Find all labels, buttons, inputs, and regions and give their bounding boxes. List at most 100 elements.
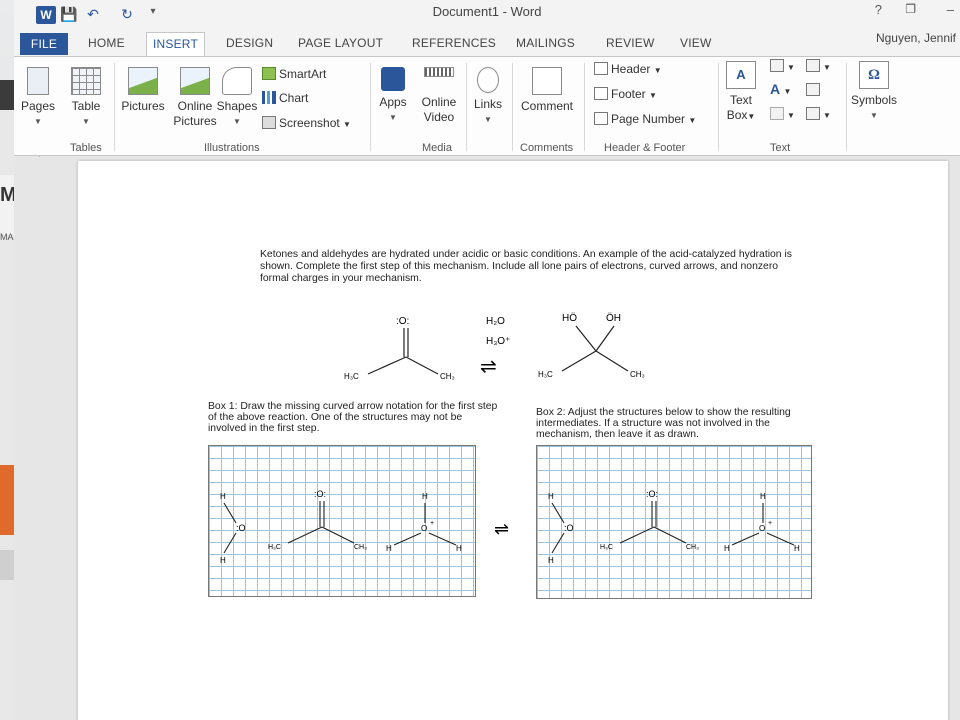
tab-insert[interactable]: INSERT: [146, 32, 205, 56]
online-pictures-button[interactable]: Online Pictures: [170, 67, 220, 129]
smartart-button[interactable]: SmartArt: [262, 65, 326, 83]
page-number-button[interactable]: Page Number ▼: [594, 110, 696, 128]
header-icon: [594, 62, 608, 75]
header-button[interactable]: Header ▼: [594, 60, 662, 78]
apps-button[interactable]: Apps ▼: [374, 67, 412, 125]
box1-bond-right: [321, 526, 355, 544]
screenshot-icon: [262, 116, 276, 129]
tab-home[interactable]: HOME: [82, 32, 131, 56]
table-button[interactable]: Table ▼: [66, 67, 106, 129]
pictures-button[interactable]: Pictures: [118, 67, 168, 114]
box1-methyl-left: H₃C: [268, 544, 281, 551]
box1-water[interactable]: H :O H: [220, 492, 246, 565]
box2-water-bond-bottom: [551, 532, 565, 554]
online-pictures-label-2: Pictures: [173, 114, 217, 128]
box2-bond-right: [653, 526, 687, 544]
chart-icon: [262, 91, 276, 104]
quick-parts-icon: [770, 59, 784, 72]
text-box-icon: A: [726, 61, 756, 89]
links-button[interactable]: Links ▼: [470, 67, 506, 127]
wordart-button[interactable]: A ▼: [770, 81, 791, 99]
chart-label: Chart: [279, 91, 309, 105]
text-box-button[interactable]: A Text Box▼: [722, 61, 760, 124]
tab-view[interactable]: VIEW: [674, 32, 717, 56]
chevron-down-icon: ▼: [787, 111, 795, 120]
shapes-button[interactable]: Shapes ▼: [216, 67, 258, 129]
online-video-button[interactable]: Online Video: [416, 67, 462, 125]
signature-line-icon: [806, 59, 820, 72]
date-time-button[interactable]: [806, 81, 823, 99]
water-h-top: H: [220, 492, 226, 501]
box2-water[interactable]: H :O H: [548, 492, 574, 565]
pages-button[interactable]: Pages ▼: [18, 67, 58, 129]
tab-references[interactable]: REFERENCES: [406, 32, 502, 56]
box1-ketone[interactable]: :O: H₃C CH₃: [268, 489, 367, 551]
user-name[interactable]: Nguyen, Jennif: [876, 31, 956, 45]
box2-ketone[interactable]: :O: H₃C CH₃: [600, 489, 699, 551]
comment-label: Comment: [520, 99, 573, 113]
chevron-down-icon: ▼: [233, 117, 241, 126]
help-button[interactable]: ?: [875, 2, 882, 17]
group-separator: [584, 63, 585, 151]
tab-mailings[interactable]: MAILINGS: [510, 32, 581, 56]
document-title: Document1 - Word: [432, 4, 542, 19]
table-icon: [71, 67, 101, 95]
pictures-icon: [128, 67, 158, 95]
box1-hydronium[interactable]: H O + H H: [386, 492, 462, 553]
quick-parts-button[interactable]: ▼: [770, 57, 795, 75]
shapes-label: Shapes: [216, 99, 258, 113]
group-label-comments: Comments: [520, 142, 574, 154]
box2-hydronium-h-right: H: [794, 544, 800, 553]
box2-hydronium-bond-right: [766, 532, 795, 546]
text-box-label-2: Box: [726, 108, 748, 122]
online-pictures-icon: [180, 67, 210, 95]
hydronium-h-top: H: [422, 492, 428, 501]
object-button[interactable]: ▼: [806, 105, 831, 123]
screenshot-button[interactable]: Screenshot ▼: [262, 114, 351, 132]
box2-methyl-right: CH₃: [686, 544, 699, 551]
minimize-button[interactable]: –: [947, 2, 954, 17]
group-label-tables: Tables: [70, 142, 102, 154]
group-label-header-footer: Header & Footer: [604, 142, 686, 154]
page-number-icon: [594, 112, 608, 125]
tab-file[interactable]: FILE: [20, 33, 68, 55]
signature-line-button[interactable]: ▼: [806, 57, 831, 75]
header-label: Header: [611, 62, 651, 76]
drop-cap-icon: [770, 107, 784, 120]
chevron-down-icon: ▼: [783, 87, 792, 96]
group-separator: [114, 63, 115, 151]
box-molecules: H :O H :O: H₃C CH₃ H O + H H ⇌ H:O H:O…: [220, 489, 800, 565]
apps-label: Apps: [379, 95, 407, 109]
online-video-label: Online: [421, 95, 457, 109]
document-area[interactable]: Ketones and aldehydes are hydrated under…: [14, 157, 960, 720]
symbols-button[interactable]: Ω Symbols ▼: [848, 61, 900, 123]
box2-hydronium[interactable]: H O + H H: [724, 492, 800, 553]
drop-cap-button[interactable]: ▼: [770, 105, 795, 123]
comment-button[interactable]: Comment: [516, 67, 578, 114]
boxes-equilibrium-arrow-icon: ⇌: [494, 519, 509, 539]
box2-water-h-bottom: H: [548, 556, 554, 565]
chevron-down-icon: ▼: [82, 117, 90, 126]
omega-icon: Ω: [859, 61, 889, 89]
symbols-label: Symbols: [850, 93, 897, 107]
hydronium-bond-right: [428, 532, 457, 546]
tab-design[interactable]: DESIGN: [220, 32, 279, 56]
footer-button[interactable]: Footer ▼: [594, 85, 657, 103]
group-separator: [466, 63, 467, 151]
chevron-down-icon: ▼: [787, 63, 795, 72]
box1-carbonyl-oxygen: :O:: [314, 489, 326, 499]
chevron-down-icon: ▼: [343, 120, 351, 129]
chevron-down-icon: ▼: [823, 111, 831, 120]
chart-button[interactable]: Chart: [262, 89, 308, 107]
links-icon: [477, 67, 499, 93]
chevron-down-icon: ▼: [484, 115, 492, 124]
pages-label: Pages: [20, 99, 56, 113]
box2-bond-left: [619, 526, 655, 544]
document-page[interactable]: Ketones and aldehydes are hydrated under…: [78, 161, 948, 720]
chevron-down-icon: ▼: [870, 111, 878, 120]
water-bond-top: [223, 502, 237, 524]
tab-page-layout[interactable]: PAGE LAYOUT: [292, 32, 389, 56]
ribbon-display-options-button[interactable]: ❐: [905, 2, 916, 16]
box2-hydronium-oxygen: O: [759, 524, 765, 533]
tab-review[interactable]: REVIEW: [600, 32, 661, 56]
